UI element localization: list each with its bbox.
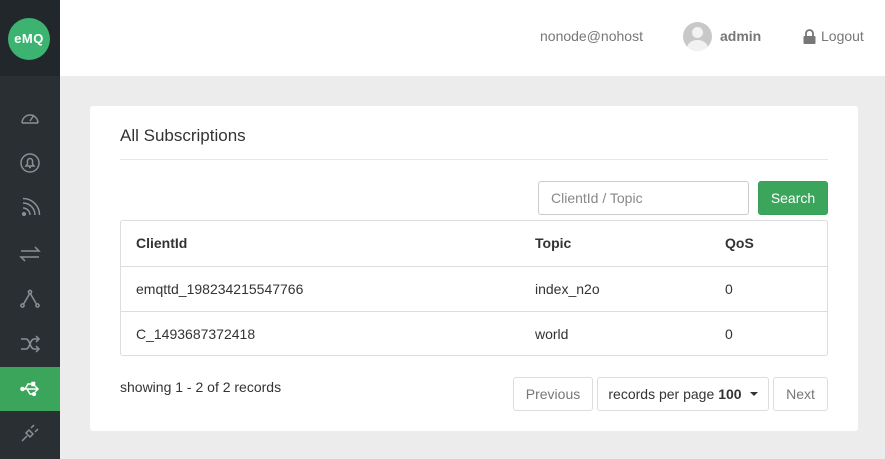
nav-plugins[interactable]	[0, 411, 60, 455]
node-name: nonode@nohost	[540, 28, 643, 44]
subscriptions-table: ClientId Topic QoS emqttd_19823421554776…	[120, 220, 828, 356]
column-header-qos[interactable]: QoS	[725, 235, 754, 251]
dashboard-gauge-icon	[21, 114, 39, 124]
records-per-page-dropdown[interactable]: records per page 100	[597, 377, 769, 411]
nav-shuffle[interactable]	[0, 322, 60, 366]
usb-icon	[20, 381, 40, 397]
search-input[interactable]	[538, 181, 749, 215]
previous-button[interactable]: Previous	[513, 377, 593, 411]
rss-icon	[21, 197, 41, 217]
divider	[120, 159, 828, 160]
cell-clientid: C_1493687372418	[136, 326, 256, 342]
column-header-clientid[interactable]: ClientId	[136, 235, 187, 251]
cell-topic: index_n2o	[535, 281, 600, 297]
nav-exchange[interactable]	[0, 232, 60, 276]
cell-topic: world	[535, 326, 569, 342]
logo-area: eMQ	[0, 0, 60, 76]
top-header: nonode@nohost admin Logout	[60, 0, 885, 76]
records-count: showing 1 - 2 of 2 records	[120, 379, 282, 395]
exchange-arrows-icon	[19, 246, 41, 262]
bell-circle-icon	[20, 153, 40, 173]
avatar[interactable]	[683, 22, 712, 51]
shuffle-icon	[21, 335, 41, 353]
column-header-topic[interactable]: Topic	[535, 235, 571, 251]
search-button[interactable]: Search	[758, 181, 828, 215]
nav-feeds[interactable]	[0, 186, 60, 230]
logout-link[interactable]: Logout	[803, 28, 864, 44]
cell-clientid: emqttd_198234215547766	[136, 281, 304, 297]
share-nodes-icon	[20, 289, 40, 308]
per-page-value: 100	[718, 386, 742, 402]
table-row: emqttd_198234215547766 index_n2o 0	[121, 266, 827, 311]
subscriptions-card: All Subscriptions Search ClientId Topic …	[90, 106, 858, 431]
plug-icon	[21, 424, 39, 442]
caret-down-icon	[749, 392, 758, 396]
nav-alarms[interactable]	[0, 141, 60, 185]
nav-dashboard[interactable]	[0, 96, 60, 140]
lock-icon	[803, 28, 816, 44]
sidebar: eMQ	[0, 0, 60, 459]
app-logo[interactable]: eMQ	[8, 18, 50, 60]
nav-share[interactable]	[0, 277, 60, 321]
cell-qos: 0	[725, 326, 733, 342]
per-page-label: records per page	[608, 386, 715, 402]
page-title: All Subscriptions	[120, 126, 246, 145]
table-row: C_1493687372418 world 0	[121, 311, 827, 355]
cell-qos: 0	[725, 281, 733, 297]
username[interactable]: admin	[720, 28, 761, 44]
logout-label: Logout	[821, 28, 864, 44]
table-header-row: ClientId Topic QoS	[121, 221, 827, 266]
nav-subscriptions[interactable]	[0, 367, 60, 411]
next-button[interactable]: Next	[773, 377, 828, 411]
